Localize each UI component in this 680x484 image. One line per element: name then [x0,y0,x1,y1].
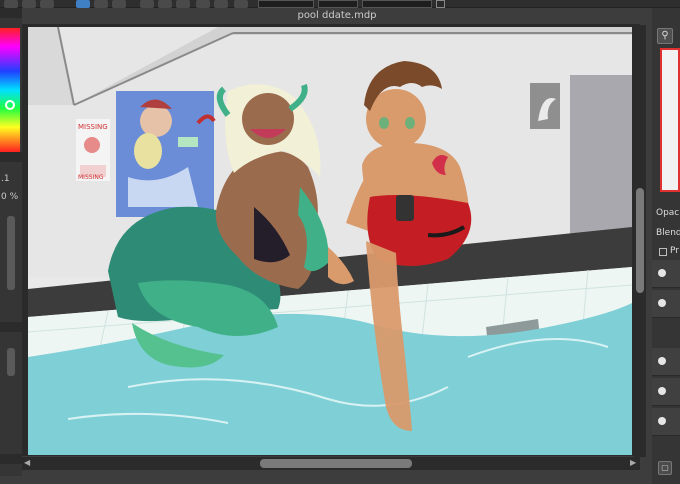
scroll-right-icon[interactable]: ▶ [630,458,636,467]
tool-button-4[interactable] [94,0,108,8]
app-window: .1 0 % pool ddate.mdp MISSING MISSING ◀ … [0,0,680,484]
eye-icon[interactable] [658,269,666,277]
brush-panel-header [0,152,22,162]
protect-alpha-checkbox[interactable] [659,248,667,256]
tool-button-active[interactable] [76,0,90,8]
layer-row[interactable] [652,290,680,318]
opacity-label: Opacit [656,208,680,218]
vertical-scroll-thumb[interactable] [636,188,644,293]
left-panel-scrollbar[interactable] [7,216,15,290]
tool-button-2[interactable] [22,0,36,8]
bottom-panel-header [0,454,22,464]
hue-knob[interactable] [5,100,15,110]
horizontal-scroll-thumb[interactable] [260,459,412,468]
tool-button-5[interactable] [112,0,126,8]
new-layer-icon[interactable]: ▢ [658,461,672,475]
soft-edge-checkbox[interactable] [436,0,445,8]
tool-button-7[interactable] [158,0,172,8]
layer-row[interactable] [652,260,680,288]
eye-icon[interactable] [658,357,666,365]
eye-icon[interactable] [658,299,666,307]
left-panel: .1 0 % [0,8,22,476]
soft-edge-field[interactable] [318,0,358,8]
hue-slider[interactable] [0,28,20,152]
right-panel: ⚲ Opacit Blendin Pr ▢ [652,8,680,484]
navigator-preview[interactable] [660,48,680,192]
tool-button-9[interactable] [196,0,210,8]
protect-alpha-label: Pr [670,246,679,256]
brush-opacity-value: 0 % [1,192,19,202]
antialias-field[interactable] [258,0,314,8]
gear-icon[interactable] [234,0,248,8]
artwork: MISSING MISSING [28,27,632,455]
canvas-horizontal-scrollbar[interactable]: ◀ ▶ [22,457,640,470]
drawing-canvas[interactable]: MISSING MISSING [28,27,632,455]
eye-icon[interactable] [658,417,666,425]
blending-label[interactable]: Blendin [656,228,680,238]
color-panel-header [0,8,22,18]
layer-row[interactable] [652,348,680,376]
tool-button-3[interactable] [40,0,54,8]
poster-title: MISSING [78,123,108,131]
layer-row[interactable] [652,378,680,406]
poster-bottom-text: MISSING [78,174,104,181]
tool-button-8[interactable] [176,0,190,8]
brush-size-value: .1 [1,174,10,184]
tool-button-6[interactable] [140,0,154,8]
tool-button-1[interactable] [4,0,18,8]
document-tab-bar: pool ddate.mdp [22,8,652,24]
magnifier-icon[interactable]: ⚲ [657,28,673,44]
tool-button-10[interactable] [214,0,228,8]
canvas-vertical-scrollbar[interactable] [634,25,646,457]
eye-icon[interactable] [658,387,666,395]
brush-size-field[interactable] [362,0,432,8]
tool-panel-header [0,322,22,332]
top-toolbar [0,0,680,8]
tool-panel-scrollbar[interactable] [7,348,15,376]
document-title[interactable]: pool ddate.mdp [22,10,652,21]
layer-row[interactable] [652,408,680,436]
scroll-left-icon[interactable]: ◀ [24,458,30,467]
